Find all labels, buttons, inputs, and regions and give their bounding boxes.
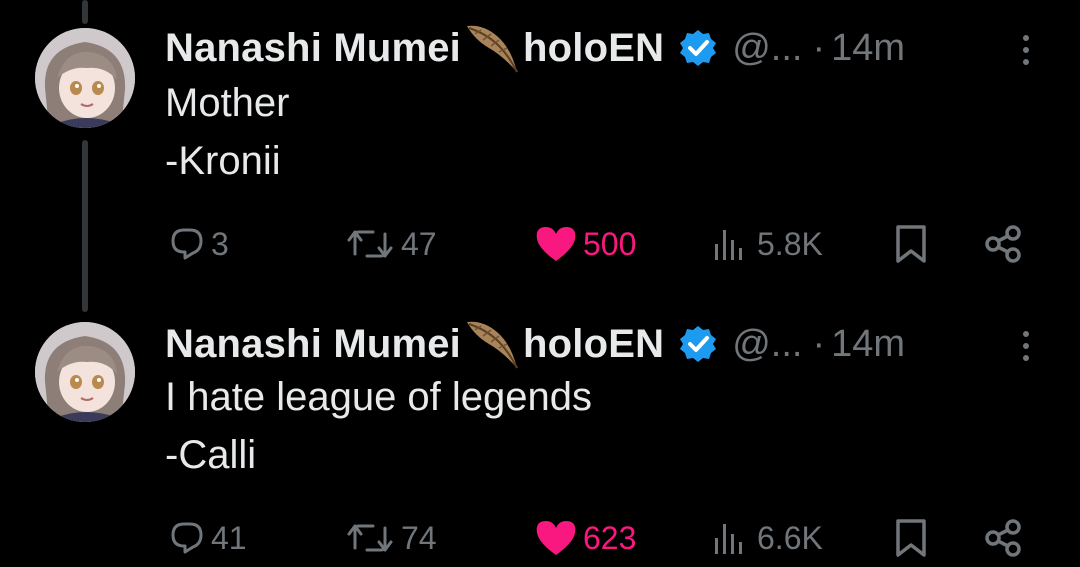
views-count: 5.8K (757, 225, 823, 262)
avatar-image (35, 322, 135, 422)
tweet-text-line: -Kronii (165, 139, 281, 183)
bookmark-icon (896, 519, 926, 557)
tweet[interactable]: Nanashi Mumei holoEN @... · 14m (0, 0, 1080, 290)
repost-icon (347, 524, 393, 552)
views-icon (715, 524, 742, 554)
feather-icon (463, 316, 521, 372)
action-bar: 41 74 623 6.6K (165, 510, 1045, 566)
bookmark-button[interactable] (893, 216, 929, 272)
views-icon (715, 230, 742, 260)
reply-count: 3 (211, 225, 229, 262)
like-button[interactable]: 500 (535, 216, 636, 272)
tweet-thread: Nanashi Mumei holoEN @... · 14m Mother -… (0, 0, 1080, 567)
repost-icon (347, 230, 393, 258)
separator-dot: · (812, 26, 826, 69)
timestamp[interactable]: 14m (831, 27, 905, 70)
feather-icon (463, 20, 521, 76)
bookmark-button[interactable] (893, 510, 929, 566)
author-suffix[interactable]: holoEN (523, 322, 664, 367)
tweet-text: I hate league of legends -Calli (165, 368, 592, 484)
timestamp[interactable]: 14m (831, 323, 905, 366)
repost-button[interactable]: 47 (345, 216, 437, 272)
avatar-image (35, 28, 135, 128)
author-handle[interactable]: @... (732, 323, 802, 366)
reply-icon (171, 522, 203, 554)
views-button[interactable]: 5.8K (711, 216, 823, 272)
reply-icon (171, 228, 203, 260)
tweet-text: Mother -Kronii (165, 74, 290, 190)
reply-button[interactable]: 3 (169, 216, 229, 272)
more-options-icon[interactable] (1016, 30, 1036, 70)
tweet-text-line: -Calli (165, 433, 257, 477)
repost-count: 47 (401, 225, 437, 262)
tweet-text-line: Mother (165, 81, 290, 125)
repost-button[interactable]: 74 (345, 510, 437, 566)
share-icon (985, 519, 1021, 557)
avatar[interactable] (35, 322, 135, 422)
verified-badge-icon (678, 324, 718, 364)
tweet[interactable]: Nanashi Mumei holoEN @... · 14m (0, 296, 1080, 567)
avatar[interactable] (35, 28, 135, 128)
repost-count: 74 (401, 519, 437, 556)
author-name[interactable]: Nanashi Mumei (165, 322, 461, 367)
bookmark-icon (896, 225, 926, 263)
author-suffix[interactable]: holoEN (523, 26, 664, 71)
heart-icon (536, 227, 576, 261)
share-button[interactable] (983, 216, 1023, 272)
views-count: 6.6K (757, 519, 823, 556)
author-name[interactable]: Nanashi Mumei (165, 26, 461, 71)
reply-button[interactable]: 41 (169, 510, 247, 566)
more-options-icon[interactable] (1016, 326, 1036, 366)
separator-dot: · (812, 322, 826, 365)
share-icon (985, 225, 1021, 263)
action-bar: 3 47 500 5.8K (165, 216, 1045, 272)
verified-badge-icon (678, 28, 718, 68)
tweet-text-line: I hate league of legends (165, 375, 593, 419)
author-handle[interactable]: @... (732, 27, 802, 70)
like-button[interactable]: 623 (535, 510, 636, 566)
tweet-header: Nanashi Mumei holoEN @... · 14m (165, 20, 905, 76)
tweet-header: Nanashi Mumei holoEN @... · 14m (165, 316, 905, 372)
heart-icon (536, 521, 576, 555)
like-count: 623 (583, 519, 637, 556)
reply-count: 41 (211, 519, 247, 556)
share-button[interactable] (983, 510, 1023, 566)
like-count: 500 (583, 225, 637, 262)
views-button[interactable]: 6.6K (711, 510, 823, 566)
